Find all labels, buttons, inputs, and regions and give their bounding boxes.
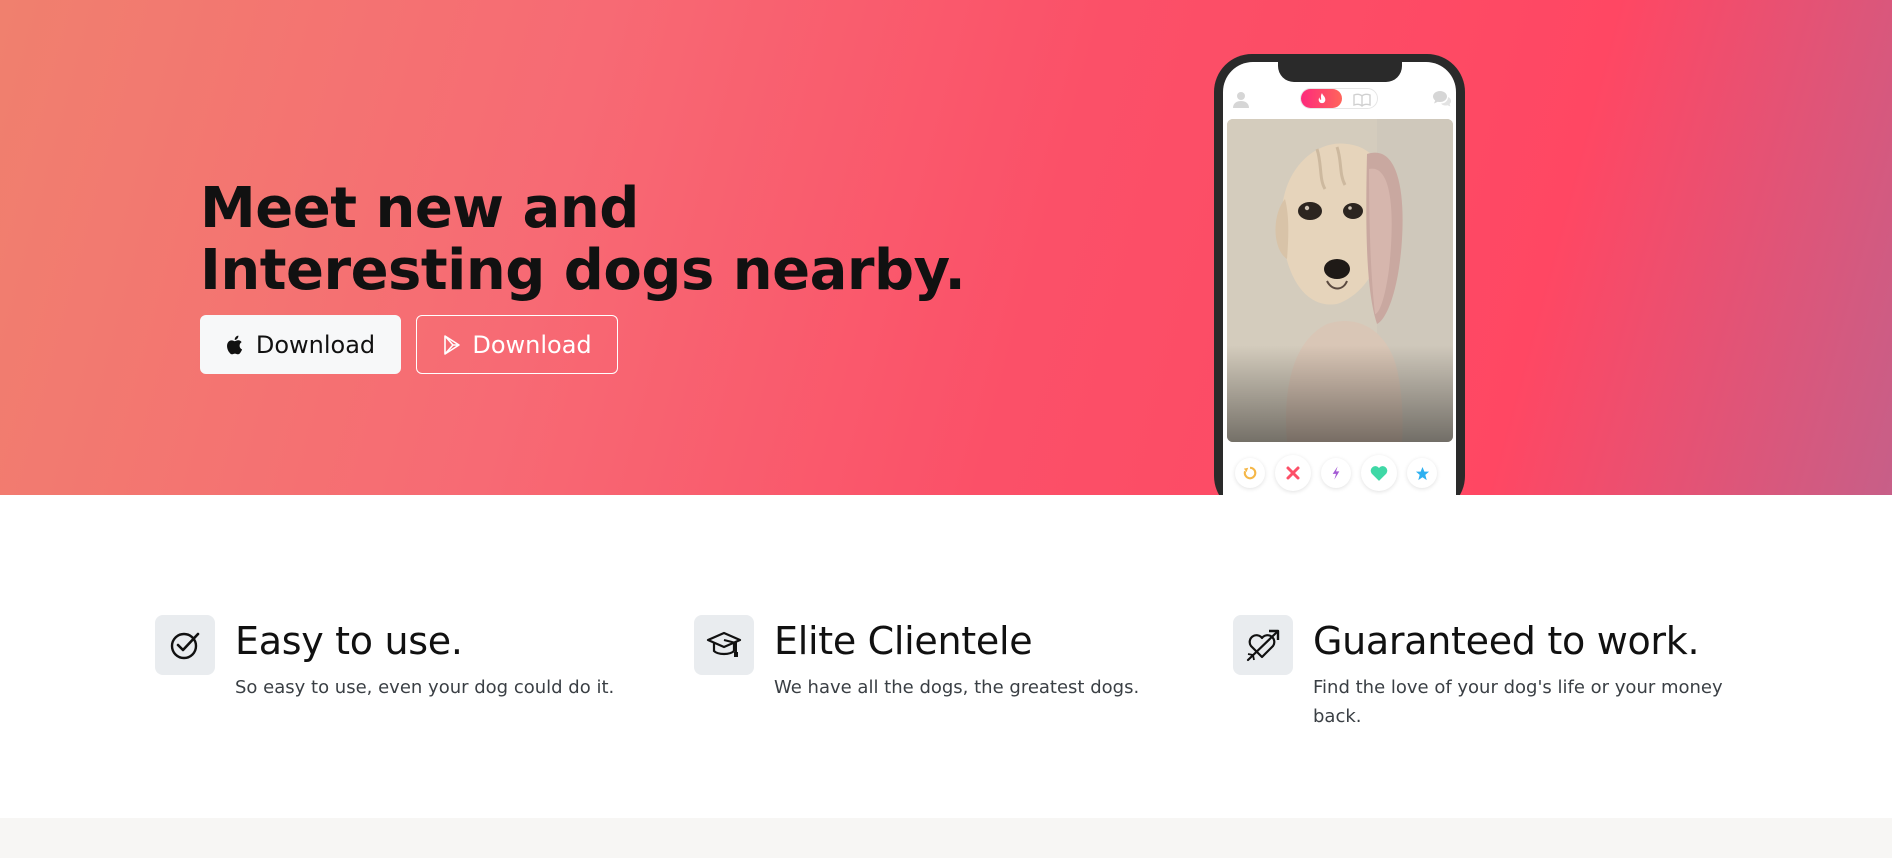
rewind-icon xyxy=(1243,466,1257,480)
app-store-download-label: Download xyxy=(255,330,376,359)
feature-text: Find the love of your dog's life or your… xyxy=(1313,677,1723,727)
feature-text: So easy to use, even your dog could do i… xyxy=(235,677,615,698)
graduation-cap-icon xyxy=(694,615,754,675)
phone-screen xyxy=(1223,62,1456,495)
feature-title: Elite Clientele xyxy=(774,619,1033,663)
superlike-button[interactable] xyxy=(1407,458,1437,488)
feature-text: We have all the dogs, the greatest dogs. xyxy=(774,677,1140,698)
boost-button[interactable] xyxy=(1321,458,1351,488)
app-top-bar xyxy=(1223,88,1456,114)
boost-icon xyxy=(1332,466,1340,480)
nope-icon xyxy=(1286,466,1300,480)
chat-bubbles-icon xyxy=(1432,90,1452,108)
app-store-download-button[interactable]: Download xyxy=(200,315,401,374)
feature-title: Guaranteed to work. xyxy=(1313,619,1700,663)
google-play-icon xyxy=(442,334,462,356)
apple-icon xyxy=(226,334,246,356)
google-play-download-button[interactable]: Download xyxy=(416,315,618,374)
like-button[interactable] xyxy=(1361,455,1397,491)
google-play-download-label: Download xyxy=(472,330,592,359)
next-section-band xyxy=(0,818,1892,858)
flame-icon xyxy=(1301,89,1342,108)
book-icon xyxy=(1353,92,1371,107)
dog-illustration xyxy=(1227,119,1453,442)
hero-title-line2: Interesting dogs nearby. xyxy=(200,238,966,303)
check-circle-icon xyxy=(155,615,215,675)
rewind-button[interactable] xyxy=(1235,458,1265,488)
phone-notch xyxy=(1278,62,1402,82)
mode-toggle xyxy=(1300,88,1378,109)
phone-mockup xyxy=(1214,54,1465,495)
dog-profile-photo[interactable] xyxy=(1227,119,1453,442)
swipe-actions-bar xyxy=(1223,454,1456,494)
nope-button[interactable] xyxy=(1275,455,1311,491)
like-icon xyxy=(1370,466,1388,481)
heart-arrow-icon xyxy=(1233,615,1293,675)
feature-title: Easy to use. xyxy=(235,619,463,663)
hero-title: Meet new and Interesting dogs nearby. xyxy=(200,176,966,303)
user-icon xyxy=(1232,90,1250,108)
hero-title-line1: Meet new and xyxy=(200,176,639,241)
superlike-icon xyxy=(1415,466,1429,480)
hero-section: Meet new and Interesting dogs nearby. Do… xyxy=(0,0,1892,495)
